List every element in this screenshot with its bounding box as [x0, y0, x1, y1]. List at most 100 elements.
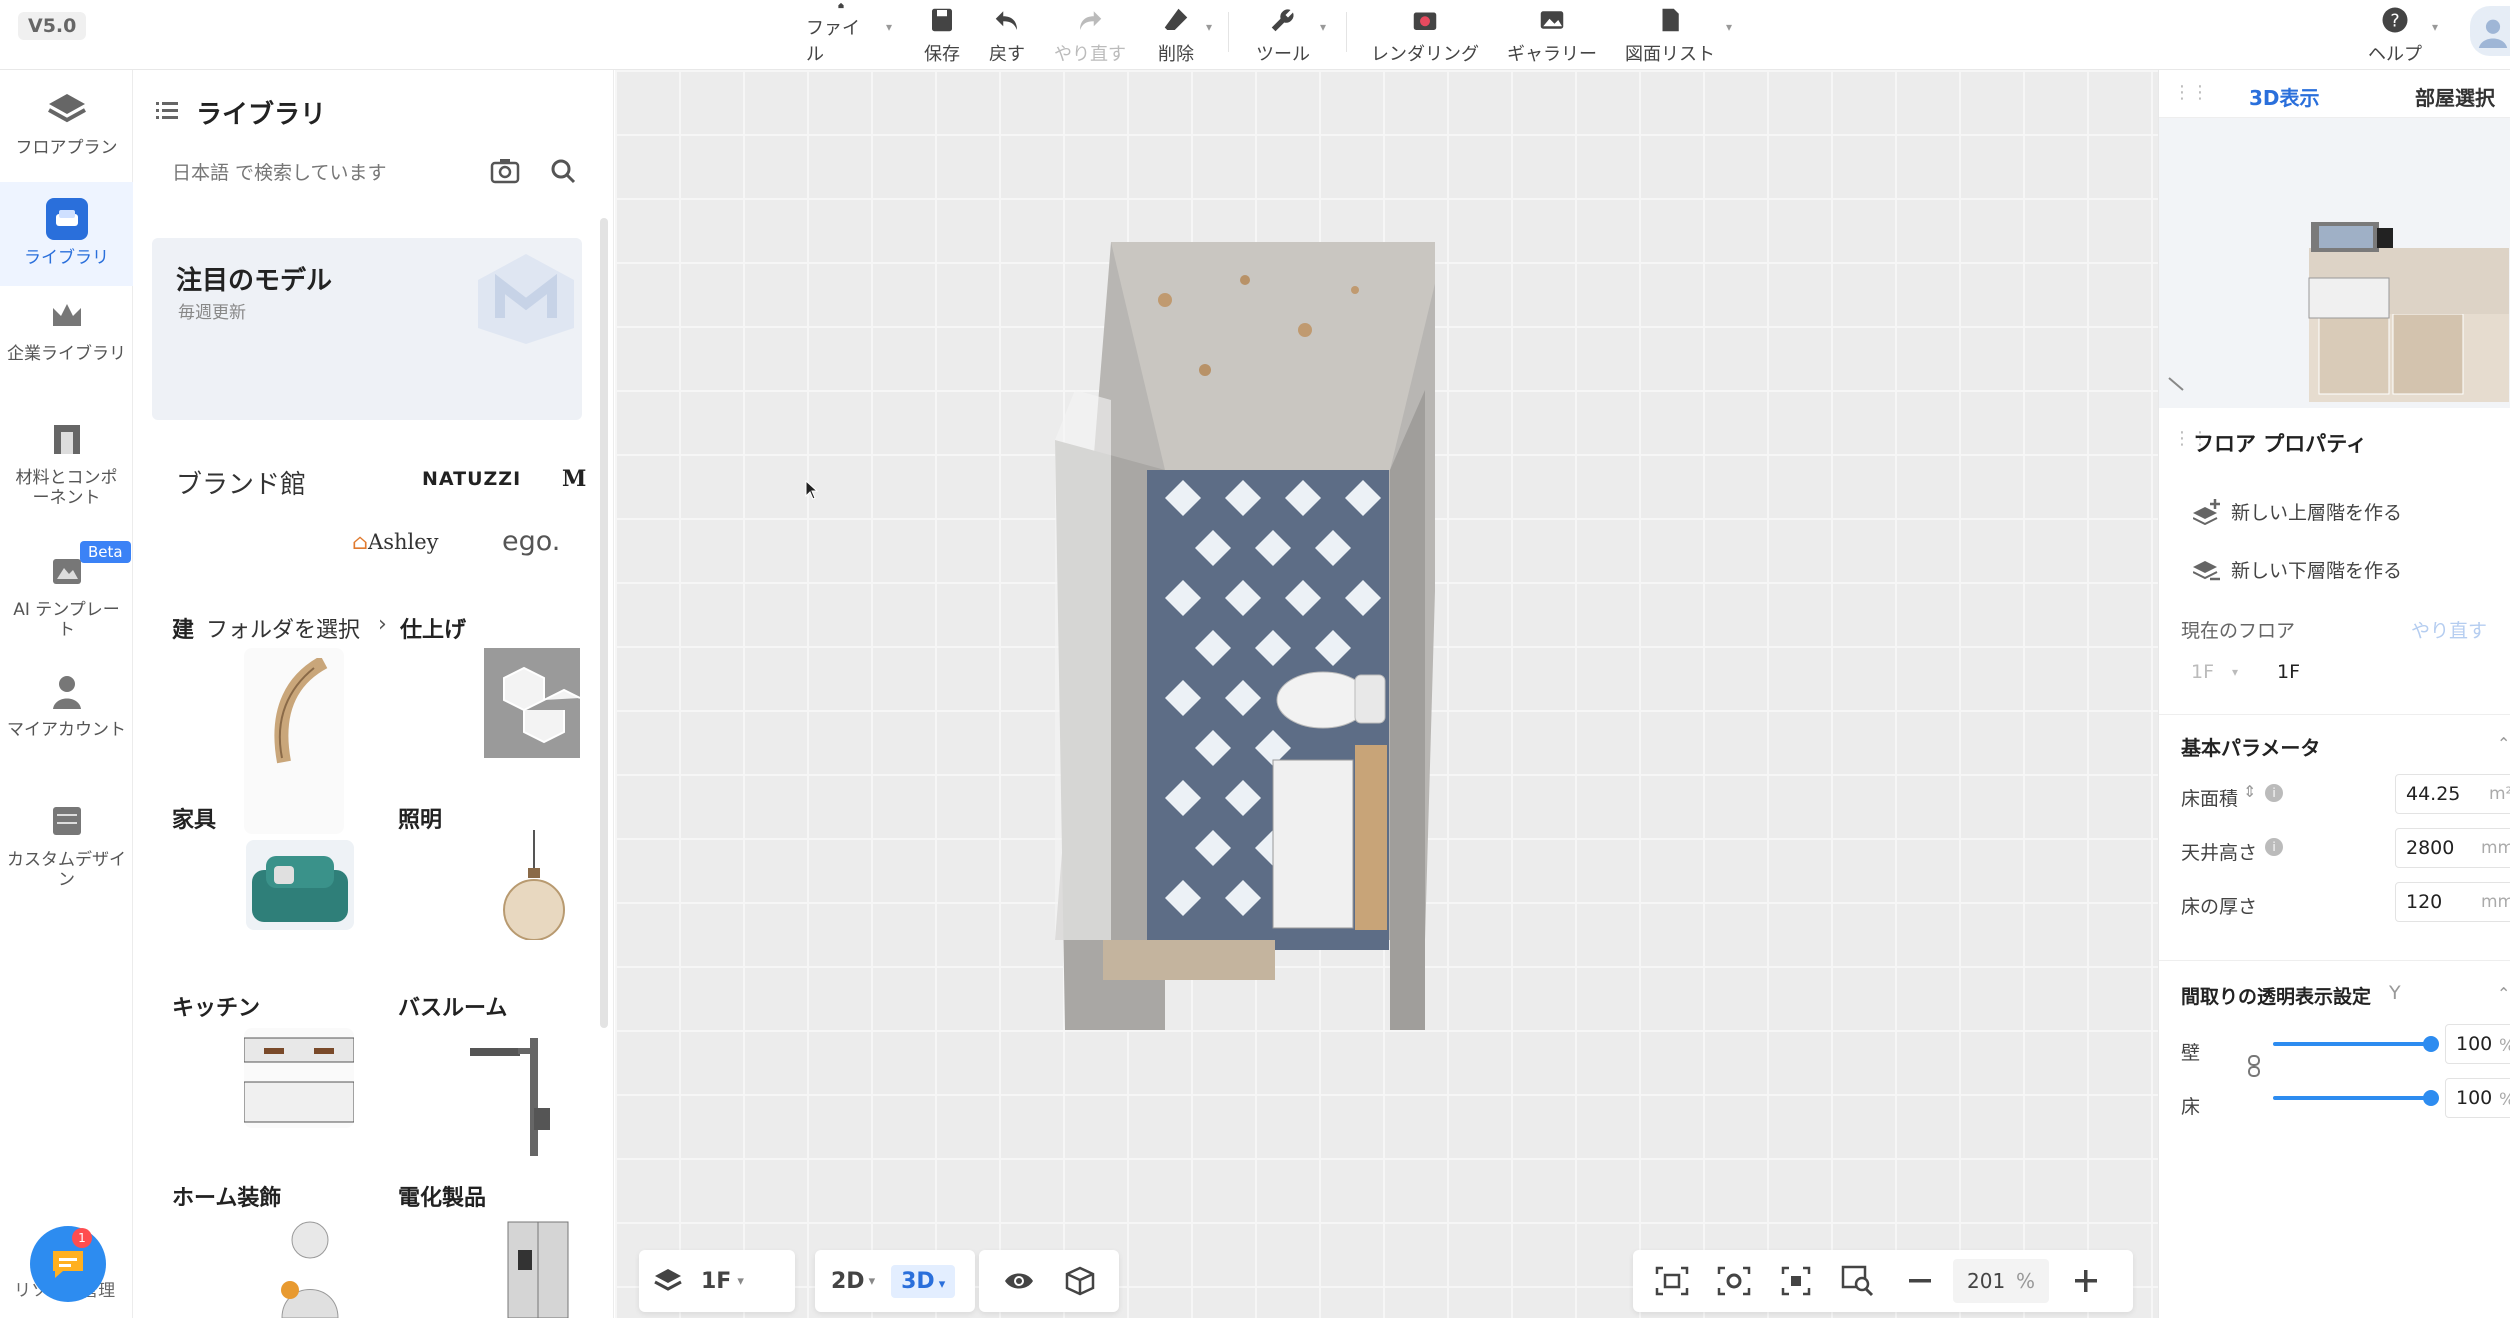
category-furniture[interactable]: 家具	[172, 802, 216, 834]
delete-button[interactable]: 削除 ▾	[1156, 2, 1212, 66]
3d-canvas[interactable]: 1F ▾ 2D ▾ 3D ▾ 201%	[615, 70, 2158, 1318]
category-lighting[interactable]: 照明	[398, 802, 442, 834]
nav-my-account[interactable]: マイアカウント	[0, 670, 133, 800]
brand-natuzzi[interactable]: NATUZZI	[422, 468, 521, 490]
save-button[interactable]: 保存	[916, 2, 968, 66]
home-icon	[838, 2, 844, 9]
chevron-down-icon: ▾	[1319, 20, 1326, 34]
floor-selector[interactable]: 1F ▾	[639, 1250, 795, 1312]
kitchen-cabinet-icon	[243, 1037, 355, 1123]
armchair-icon	[252, 856, 348, 922]
lighting-thumbnail[interactable]	[486, 830, 582, 941]
tile-thumbnail[interactable]	[484, 648, 581, 758]
eye-icon[interactable]	[1003, 1269, 1035, 1293]
info-icon[interactable]: i	[2265, 838, 2283, 856]
library-scrollbar[interactable]	[600, 218, 608, 1028]
floor-transparency-slider[interactable]	[2273, 1096, 2429, 1100]
zoom-search-icon[interactable]	[1841, 1265, 1875, 1297]
current-floor-redo[interactable]: やり直す	[2411, 616, 2487, 643]
search-icon[interactable]	[550, 158, 576, 184]
fit-view-icon[interactable]	[1655, 1266, 1689, 1296]
info-icon[interactable]: i	[2265, 784, 2283, 802]
svg-text:?: ?	[2390, 11, 2399, 31]
brand-m[interactable]: M	[562, 466, 586, 492]
transparency-key: Y	[2389, 982, 2401, 1004]
brand-ego[interactable]: ego.	[502, 526, 560, 557]
view-settings-icon[interactable]	[1717, 1266, 1751, 1296]
toolbar-divider	[1346, 12, 1347, 52]
help-button[interactable]: ? ヘルプ ▾	[2368, 2, 2438, 66]
view-2d-button[interactable]: 2D	[831, 1269, 865, 1294]
library-title: ライブラリ	[196, 100, 327, 130]
floor-slider-knob[interactable]	[2423, 1090, 2439, 1106]
right-tabs: ⋮⋮ 3D表示 部屋選択	[2159, 70, 2510, 118]
undo-button[interactable]: 戻す	[982, 2, 1032, 66]
hexagon-tile-icon	[484, 648, 581, 758]
list-icon[interactable]	[156, 100, 178, 120]
bathroom-thumbnail[interactable]	[470, 1018, 582, 1158]
zoom-out-icon[interactable]	[1907, 1268, 1933, 1294]
new-upper-floor-button[interactable]: 新しい上層階を作る	[2193, 498, 2402, 525]
focus-icon[interactable]	[1781, 1266, 1811, 1296]
user-icon	[2478, 19, 2508, 48]
zoom-level-input[interactable]: 201%	[1953, 1259, 2049, 1303]
tools-button[interactable]: ツール ▾	[1256, 2, 1326, 66]
nav-ai-template[interactable]: Beta AI テンプレート	[0, 541, 133, 680]
refrigerator-icon	[507, 1221, 569, 1318]
tab-3d-view[interactable]: 3D表示	[2249, 82, 2320, 111]
drag-handle-icon[interactable]: ⋮⋮	[2173, 82, 2209, 103]
category-home-decor[interactable]: ホーム装飾	[172, 1180, 281, 1212]
nav-floorplan[interactable]: フロアプラン	[0, 88, 133, 188]
tab-room-select[interactable]: 部屋選択	[2415, 82, 2495, 111]
folder-select[interactable]: フォルダを選択	[206, 612, 360, 644]
kitchen-thumbnail[interactable]	[243, 1028, 355, 1128]
zoom-in-icon[interactable]	[2073, 1268, 2099, 1294]
chevron-up-icon[interactable]: ⌃	[2497, 984, 2510, 1003]
nav-materials[interactable]: 材料とコンポーネント	[0, 418, 133, 548]
cube-icon[interactable]	[1065, 1266, 1095, 1296]
featured-models-card[interactable]: 注目のモデル 毎週更新	[152, 238, 582, 420]
minimap[interactable]	[2159, 118, 2510, 408]
floor-area-label: 床面積	[2181, 788, 2239, 810]
chat-button[interactable]	[30, 1226, 106, 1302]
layers-icon	[654, 1269, 682, 1291]
search-input[interactable]: 日本語 で検索しています	[172, 158, 386, 185]
category-kitchen[interactable]: キッチン	[172, 990, 260, 1022]
link-icon[interactable]	[2247, 1054, 2261, 1078]
wall-slider-knob[interactable]	[2423, 1036, 2439, 1052]
file-button[interactable]: ファイル ▾	[806, 2, 892, 66]
nav-custom-design[interactable]: カスタムデザイン	[0, 800, 133, 930]
sort-icon[interactable]: ⇕	[2243, 782, 2256, 801]
floor-select-dropdown[interactable]: 1F ▾	[2181, 652, 2261, 692]
app-window: V5.0 ファイル ▾ 保存 戻す やり直す 削除 ▾ ツール ▾ レンダリング…	[0, 0, 2510, 1318]
library-panel: ライブラリ 日本語 で検索しています 注目のモデル 毎週更新 ブランド館 NAT…	[134, 70, 614, 1318]
wall-transparency-slider[interactable]	[2273, 1042, 2429, 1046]
floor-name-input[interactable]: 1F	[2267, 652, 2510, 692]
stairs-thumbnail[interactable]	[244, 648, 344, 834]
nav-enterprise-library[interactable]: 企業ライブラリ	[0, 294, 133, 414]
zoom-toolbar: 201%	[1633, 1250, 2133, 1312]
floorplan-icon	[46, 88, 88, 130]
new-lower-floor-button[interactable]: 新しい下層階を作る	[2193, 556, 2402, 583]
brand-ashley[interactable]: ⌂Ashley	[352, 530, 439, 554]
drawing-list-button[interactable]: 図面リスト ▾	[1624, 2, 1732, 66]
furniture-thumbnail[interactable]	[246, 840, 354, 930]
chevron-up-icon[interactable]: ⌃	[2497, 734, 2510, 753]
chat-icon	[53, 1251, 83, 1278]
camera-search-icon[interactable]	[490, 158, 520, 184]
folder-current[interactable]: 仕上げ	[400, 612, 466, 644]
folder-prefix: 建	[172, 618, 195, 643]
redo-icon	[1080, 11, 1102, 30]
category-appliances[interactable]: 電化製品	[398, 1180, 486, 1212]
redo-button[interactable]: やり直す	[1052, 2, 1128, 66]
gallery-button[interactable]: ギャラリー	[1506, 2, 1598, 66]
appliances-thumbnail[interactable]	[502, 1220, 574, 1318]
render-button[interactable]: レンダリング	[1370, 2, 1480, 66]
home-decor-thumbnail[interactable]	[260, 1210, 356, 1318]
view-3d-button[interactable]: 3D ▾	[891, 1264, 956, 1298]
user-avatar[interactable]	[2470, 6, 2510, 56]
nav-library[interactable]: ライブラリ	[0, 182, 133, 286]
shower-icon	[470, 1038, 550, 1156]
basic-params-title: 基本パラメータ	[2181, 736, 2321, 760]
undo-icon	[995, 11, 1017, 30]
